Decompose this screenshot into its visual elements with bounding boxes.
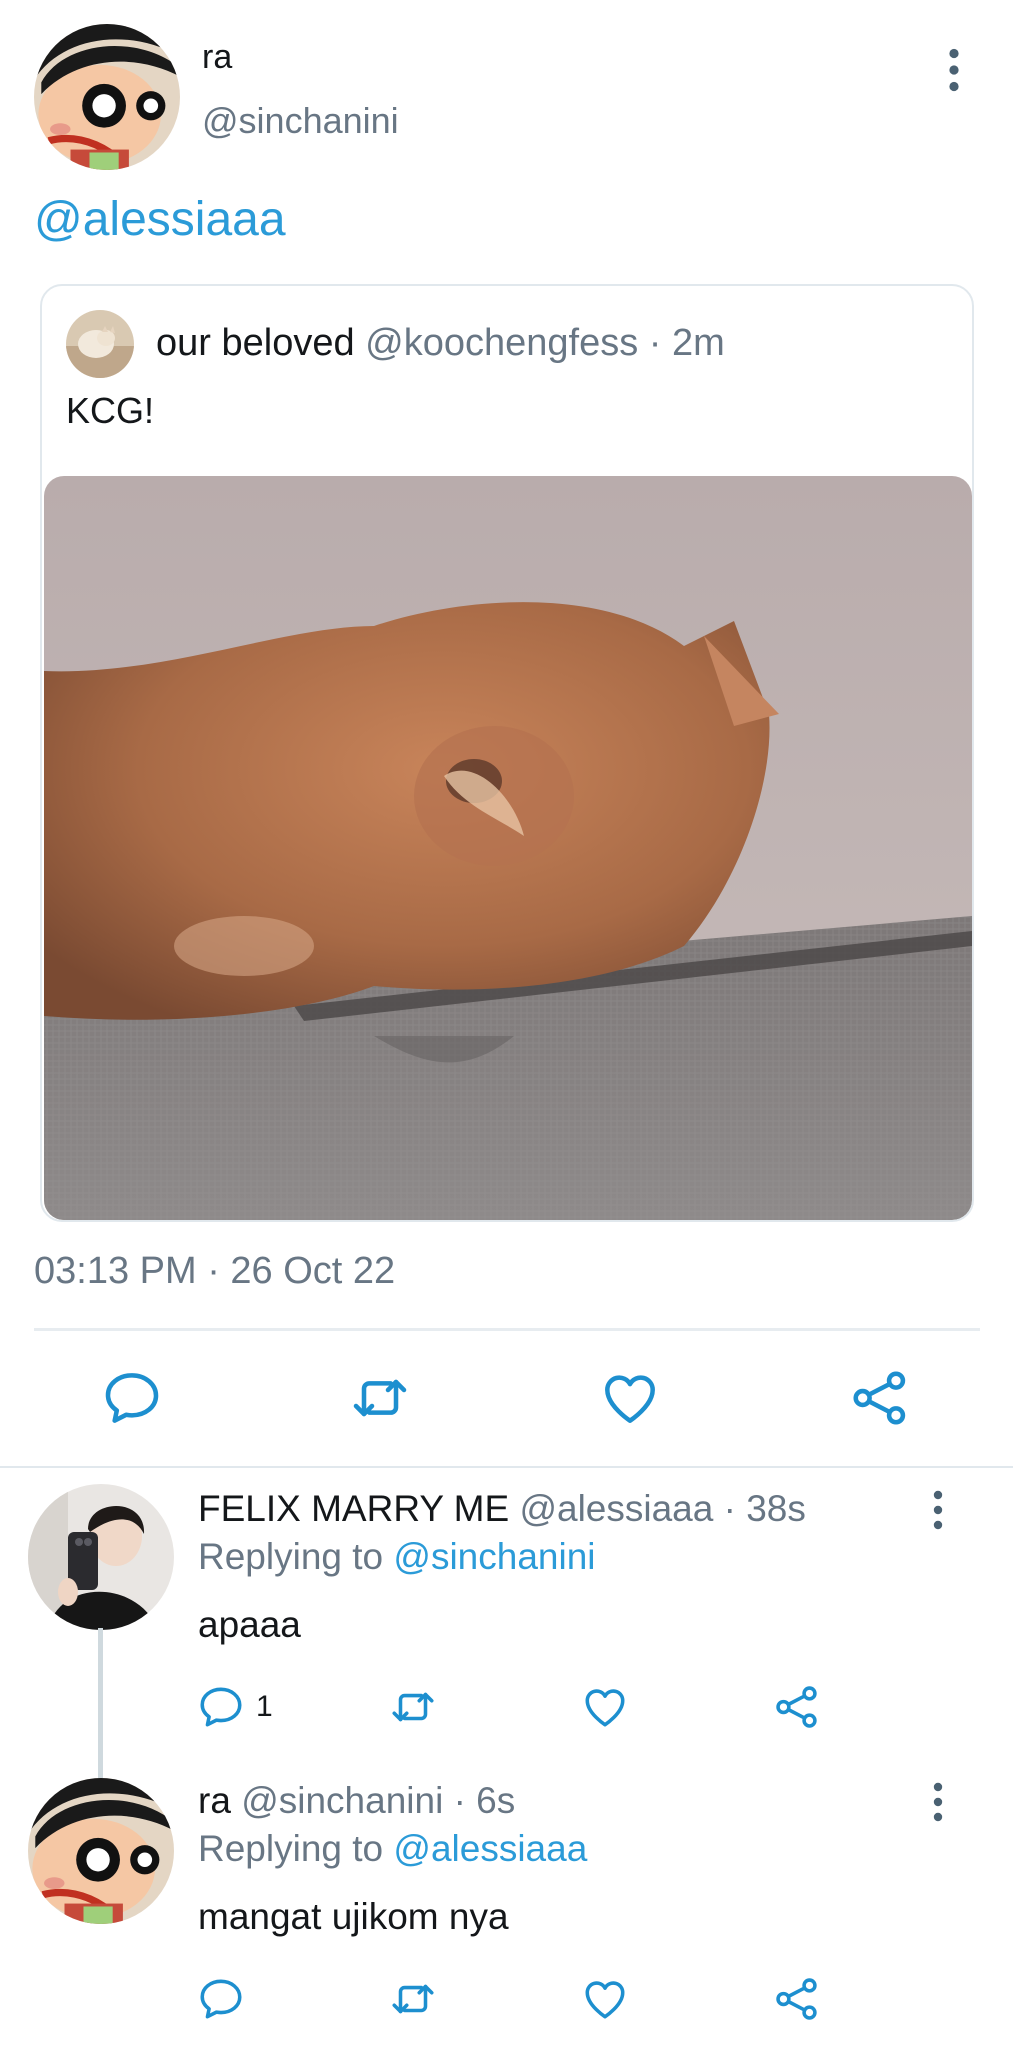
retweet-icon[interactable]	[388, 1974, 438, 2024]
author-avatar[interactable]	[34, 24, 180, 170]
reply1-avatar[interactable]	[28, 1484, 174, 1630]
retweet-icon[interactable]	[348, 1366, 412, 1430]
like-heart-icon[interactable]	[580, 1974, 630, 2024]
reply2-more-options-icon[interactable]	[926, 1782, 950, 1822]
like-heart-icon[interactable]	[598, 1366, 662, 1430]
shinchan-avatar-icon	[34, 24, 180, 170]
share-icon[interactable]	[772, 1974, 822, 2024]
reply2-display-name[interactable]: ra	[198, 1780, 231, 1821]
thread-divider	[0, 1466, 1013, 1468]
share-icon[interactable]	[848, 1366, 912, 1430]
quoted-handle: @koochengfess	[365, 322, 639, 364]
reply1-display-name[interactable]: FELIX MARRY ME	[198, 1488, 509, 1529]
replying-to-label: Replying to	[198, 1536, 384, 1577]
reply-icon[interactable]	[100, 1366, 164, 1430]
reply1-more-options-icon[interactable]	[926, 1490, 950, 1530]
quoted-author-avatar	[66, 310, 134, 378]
reply2-text: mangat ujikom nya	[198, 1896, 509, 1937]
reply1-header: FELIX MARRY ME @alessiaaa · 38s	[198, 1488, 806, 1530]
cat-photo[interactable]	[44, 476, 972, 1220]
reply1-replying-to: Replying to @sinchanini	[198, 1536, 596, 1578]
reply1-time: · 38s	[723, 1488, 806, 1529]
replying-to-link[interactable]: @sinchanini	[393, 1536, 595, 1577]
tweet-text-mention[interactable]: @alessiaaa	[34, 192, 286, 247]
author-display-name[interactable]: ra	[202, 38, 232, 77]
reply2-header: ra @sinchanini · 6s	[198, 1780, 515, 1822]
reply2-replying-to: Replying to @alessiaaa	[198, 1828, 587, 1870]
like-heart-icon[interactable]	[580, 1682, 630, 1732]
shinchan-avatar-icon	[28, 1778, 174, 1924]
divider	[34, 1328, 980, 1331]
quoted-tweet-text: KCG!	[66, 390, 155, 431]
quoted-tweet-header: our beloved @koochengfess · 2m	[156, 322, 725, 365]
reply1-handle[interactable]: @alessiaaa	[519, 1488, 713, 1529]
reply1-reply-count: 1	[256, 1690, 273, 1723]
reply1-text: apaaa	[198, 1604, 301, 1645]
quoted-display-name: our beloved	[156, 322, 355, 364]
reply2-handle[interactable]: @sinchanini	[241, 1780, 443, 1821]
replying-to-label: Replying to	[198, 1828, 384, 1869]
reply2-avatar[interactable]	[28, 1778, 174, 1924]
reply-icon[interactable]	[196, 1974, 246, 2024]
author-handle[interactable]: @sinchanini	[202, 100, 399, 142]
cat-photo-image	[44, 476, 972, 1220]
thread-connector-line	[98, 1628, 103, 1778]
replying-to-link[interactable]: @alessiaaa	[393, 1828, 587, 1869]
quoted-tweet-card[interactable]: our beloved @koochengfess · 2m KCG!	[40, 284, 974, 1222]
quoted-time: · 2m	[648, 322, 725, 364]
share-icon[interactable]	[772, 1682, 822, 1732]
reply2-time: · 6s	[453, 1780, 516, 1821]
tweet-timestamp: 03:13 PM · 26 Oct 22	[34, 1250, 396, 1292]
selfie-avatar-icon	[28, 1484, 174, 1630]
reply-icon[interactable]	[196, 1682, 246, 1732]
more-options-icon[interactable]	[940, 48, 968, 92]
cat-avatar-icon	[66, 310, 134, 378]
retweet-icon[interactable]	[388, 1682, 438, 1732]
